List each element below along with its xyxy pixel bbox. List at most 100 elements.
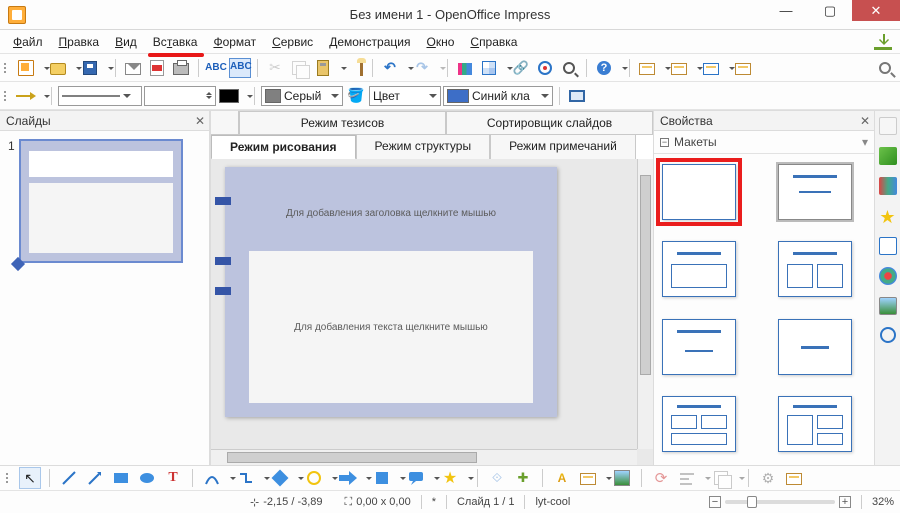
vertical-scrollbar[interactable] bbox=[637, 159, 653, 449]
minimize-button[interactable]: — bbox=[764, 0, 808, 21]
tab-notes[interactable]: Режим примечаний bbox=[490, 135, 636, 159]
paste-button[interactable] bbox=[312, 57, 342, 79]
color-scheme-combo[interactable]: Цвет bbox=[369, 86, 441, 106]
title-placeholder[interactable]: Для добавления заголовка щелкните мышью bbox=[249, 185, 533, 241]
sidebar-tab-chart-icon[interactable] bbox=[879, 177, 897, 195]
export-pdf-button[interactable] bbox=[146, 57, 168, 79]
line-color-button[interactable] bbox=[218, 85, 248, 107]
connector-tool-button[interactable] bbox=[235, 467, 265, 489]
tab-structure[interactable]: Режим структуры bbox=[356, 135, 491, 159]
auto-spellcheck-button[interactable]: ABC bbox=[229, 57, 251, 79]
text-tool-button[interactable]: T bbox=[162, 467, 184, 489]
layout-title-4[interactable] bbox=[662, 396, 736, 452]
symbol-shapes-button[interactable] bbox=[303, 467, 333, 489]
toolbar-grip-2[interactable] bbox=[4, 91, 10, 101]
line-width-combo[interactable]: 0,00см bbox=[144, 86, 216, 106]
slide-handle[interactable] bbox=[215, 257, 231, 265]
close-button[interactable]: ✕ bbox=[852, 0, 900, 21]
slide-handle[interactable] bbox=[215, 287, 231, 295]
spellcheck-button[interactable]: ABC bbox=[205, 57, 227, 79]
sidebar-tab-animation-icon[interactable] bbox=[879, 267, 897, 285]
insert-table-button[interactable] bbox=[478, 57, 508, 79]
sidebar-tab-properties-icon[interactable] bbox=[879, 117, 897, 135]
slide-properties-button[interactable] bbox=[732, 57, 754, 79]
status-zoom-value[interactable]: 32% bbox=[872, 496, 894, 508]
zoom-button[interactable] bbox=[558, 57, 580, 79]
fill-type-combo[interactable]: Серый bbox=[261, 86, 343, 106]
block-arrows-button[interactable] bbox=[337, 467, 367, 489]
line-width-input[interactable]: 0,00см bbox=[148, 89, 203, 103]
collapse-toggle-icon[interactable]: − bbox=[660, 138, 669, 147]
new-slide-button[interactable] bbox=[636, 57, 666, 79]
extrusion-button[interactable]: ⚙ bbox=[757, 467, 779, 489]
save-button[interactable] bbox=[79, 57, 109, 79]
sidebar-tab-navigator-icon[interactable] bbox=[880, 327, 896, 343]
menu-view[interactable]: Вид bbox=[108, 33, 144, 51]
menu-file[interactable]: Файл bbox=[6, 33, 50, 51]
slide-thumbnail[interactable] bbox=[19, 139, 183, 263]
rect-tool-button[interactable] bbox=[110, 467, 132, 489]
align-button[interactable] bbox=[676, 467, 706, 489]
redo-button[interactable]: ↷ bbox=[411, 57, 441, 79]
line-style-combo[interactable] bbox=[58, 86, 142, 106]
fontwork-button[interactable]: A bbox=[551, 467, 573, 489]
from-file-button[interactable] bbox=[577, 467, 607, 489]
layout-title-only[interactable] bbox=[662, 241, 736, 297]
arrange-button[interactable] bbox=[710, 467, 740, 489]
glue-points-button[interactable]: ✚ bbox=[512, 467, 534, 489]
toolbar-grip[interactable] bbox=[4, 63, 10, 73]
layout-centered-2[interactable] bbox=[778, 319, 852, 375]
line-tool-button[interactable] bbox=[58, 467, 80, 489]
find-toolbar-button[interactable] bbox=[874, 57, 896, 79]
tab-drawing[interactable]: Режим рисования bbox=[211, 135, 356, 160]
content-placeholder[interactable]: Для добавления текста щелкните мышью bbox=[249, 251, 533, 403]
rotate-button[interactable]: ⟳ bbox=[650, 467, 672, 489]
mail-button[interactable] bbox=[122, 57, 144, 79]
canvas-area[interactable]: Для добавления заголовка щелкните мышью … bbox=[211, 159, 653, 465]
undo-button[interactable]: ↶ bbox=[379, 57, 409, 79]
menu-edit[interactable]: Правка bbox=[52, 33, 107, 51]
tab-outline[interactable]: Режим тезисов bbox=[239, 111, 446, 134]
shadow-toggle-button[interactable] bbox=[566, 85, 588, 107]
stars-button[interactable]: ★ bbox=[439, 467, 469, 489]
layout-two-content[interactable] bbox=[778, 241, 852, 297]
new-doc-button[interactable] bbox=[15, 57, 45, 79]
menu-window[interactable]: Окно bbox=[419, 33, 461, 51]
slide-canvas[interactable]: Для добавления заголовка щелкните мышью … bbox=[225, 167, 557, 417]
bucket-button[interactable]: 🪣 bbox=[345, 85, 367, 107]
slides-panel-close-icon[interactable]: ✕ bbox=[195, 114, 205, 128]
slides-panel-body[interactable]: 1 bbox=[0, 131, 209, 465]
sidebar-tab-cube-icon[interactable] bbox=[879, 147, 897, 165]
navigator-button[interactable] bbox=[534, 57, 556, 79]
flowchart-button[interactable] bbox=[371, 467, 401, 489]
ellipse-tool-button[interactable] bbox=[136, 467, 158, 489]
color-value-combo[interactable]: Синий кла bbox=[443, 86, 553, 106]
layout-title-3[interactable] bbox=[778, 396, 852, 452]
menu-tools[interactable]: Сервис bbox=[265, 33, 320, 51]
arrow-tool-button[interactable] bbox=[84, 467, 106, 489]
open-button[interactable] bbox=[47, 57, 77, 79]
zoom-slider[interactable] bbox=[725, 500, 835, 504]
section-menu-icon[interactable]: ▾ bbox=[862, 135, 868, 149]
layouts-section-header[interactable]: − Макеты ▾ bbox=[654, 131, 874, 154]
menu-insert[interactable]: Вставка bbox=[146, 33, 205, 51]
layout-centered[interactable] bbox=[662, 319, 736, 375]
print-button[interactable] bbox=[170, 57, 192, 79]
help-button[interactable]: ? bbox=[593, 57, 623, 79]
menu-format[interactable]: Формат bbox=[206, 33, 263, 51]
insert-chart-button[interactable] bbox=[454, 57, 476, 79]
layout-blank[interactable] bbox=[662, 164, 736, 220]
toolbar-grip-3[interactable] bbox=[6, 473, 12, 483]
sidebar-tab-transition-icon[interactable] bbox=[879, 237, 897, 255]
sidebar-tab-star-icon[interactable]: ★ bbox=[879, 207, 897, 225]
insert-hyperlink-button[interactable]: 🔗 bbox=[510, 57, 532, 79]
slide-layout-button[interactable] bbox=[668, 57, 698, 79]
properties-panel-close-icon[interactable]: ✕ bbox=[860, 114, 870, 128]
menu-help[interactable]: Справка bbox=[463, 33, 524, 51]
interaction-button[interactable] bbox=[783, 467, 805, 489]
sidebar-tab-gallery-icon[interactable] bbox=[879, 297, 897, 315]
download-icon[interactable] bbox=[874, 34, 892, 50]
slide-handle[interactable] bbox=[215, 197, 231, 205]
tab-sorter[interactable]: Сортировщик слайдов bbox=[446, 111, 653, 134]
curve-tool-button[interactable] bbox=[201, 467, 231, 489]
